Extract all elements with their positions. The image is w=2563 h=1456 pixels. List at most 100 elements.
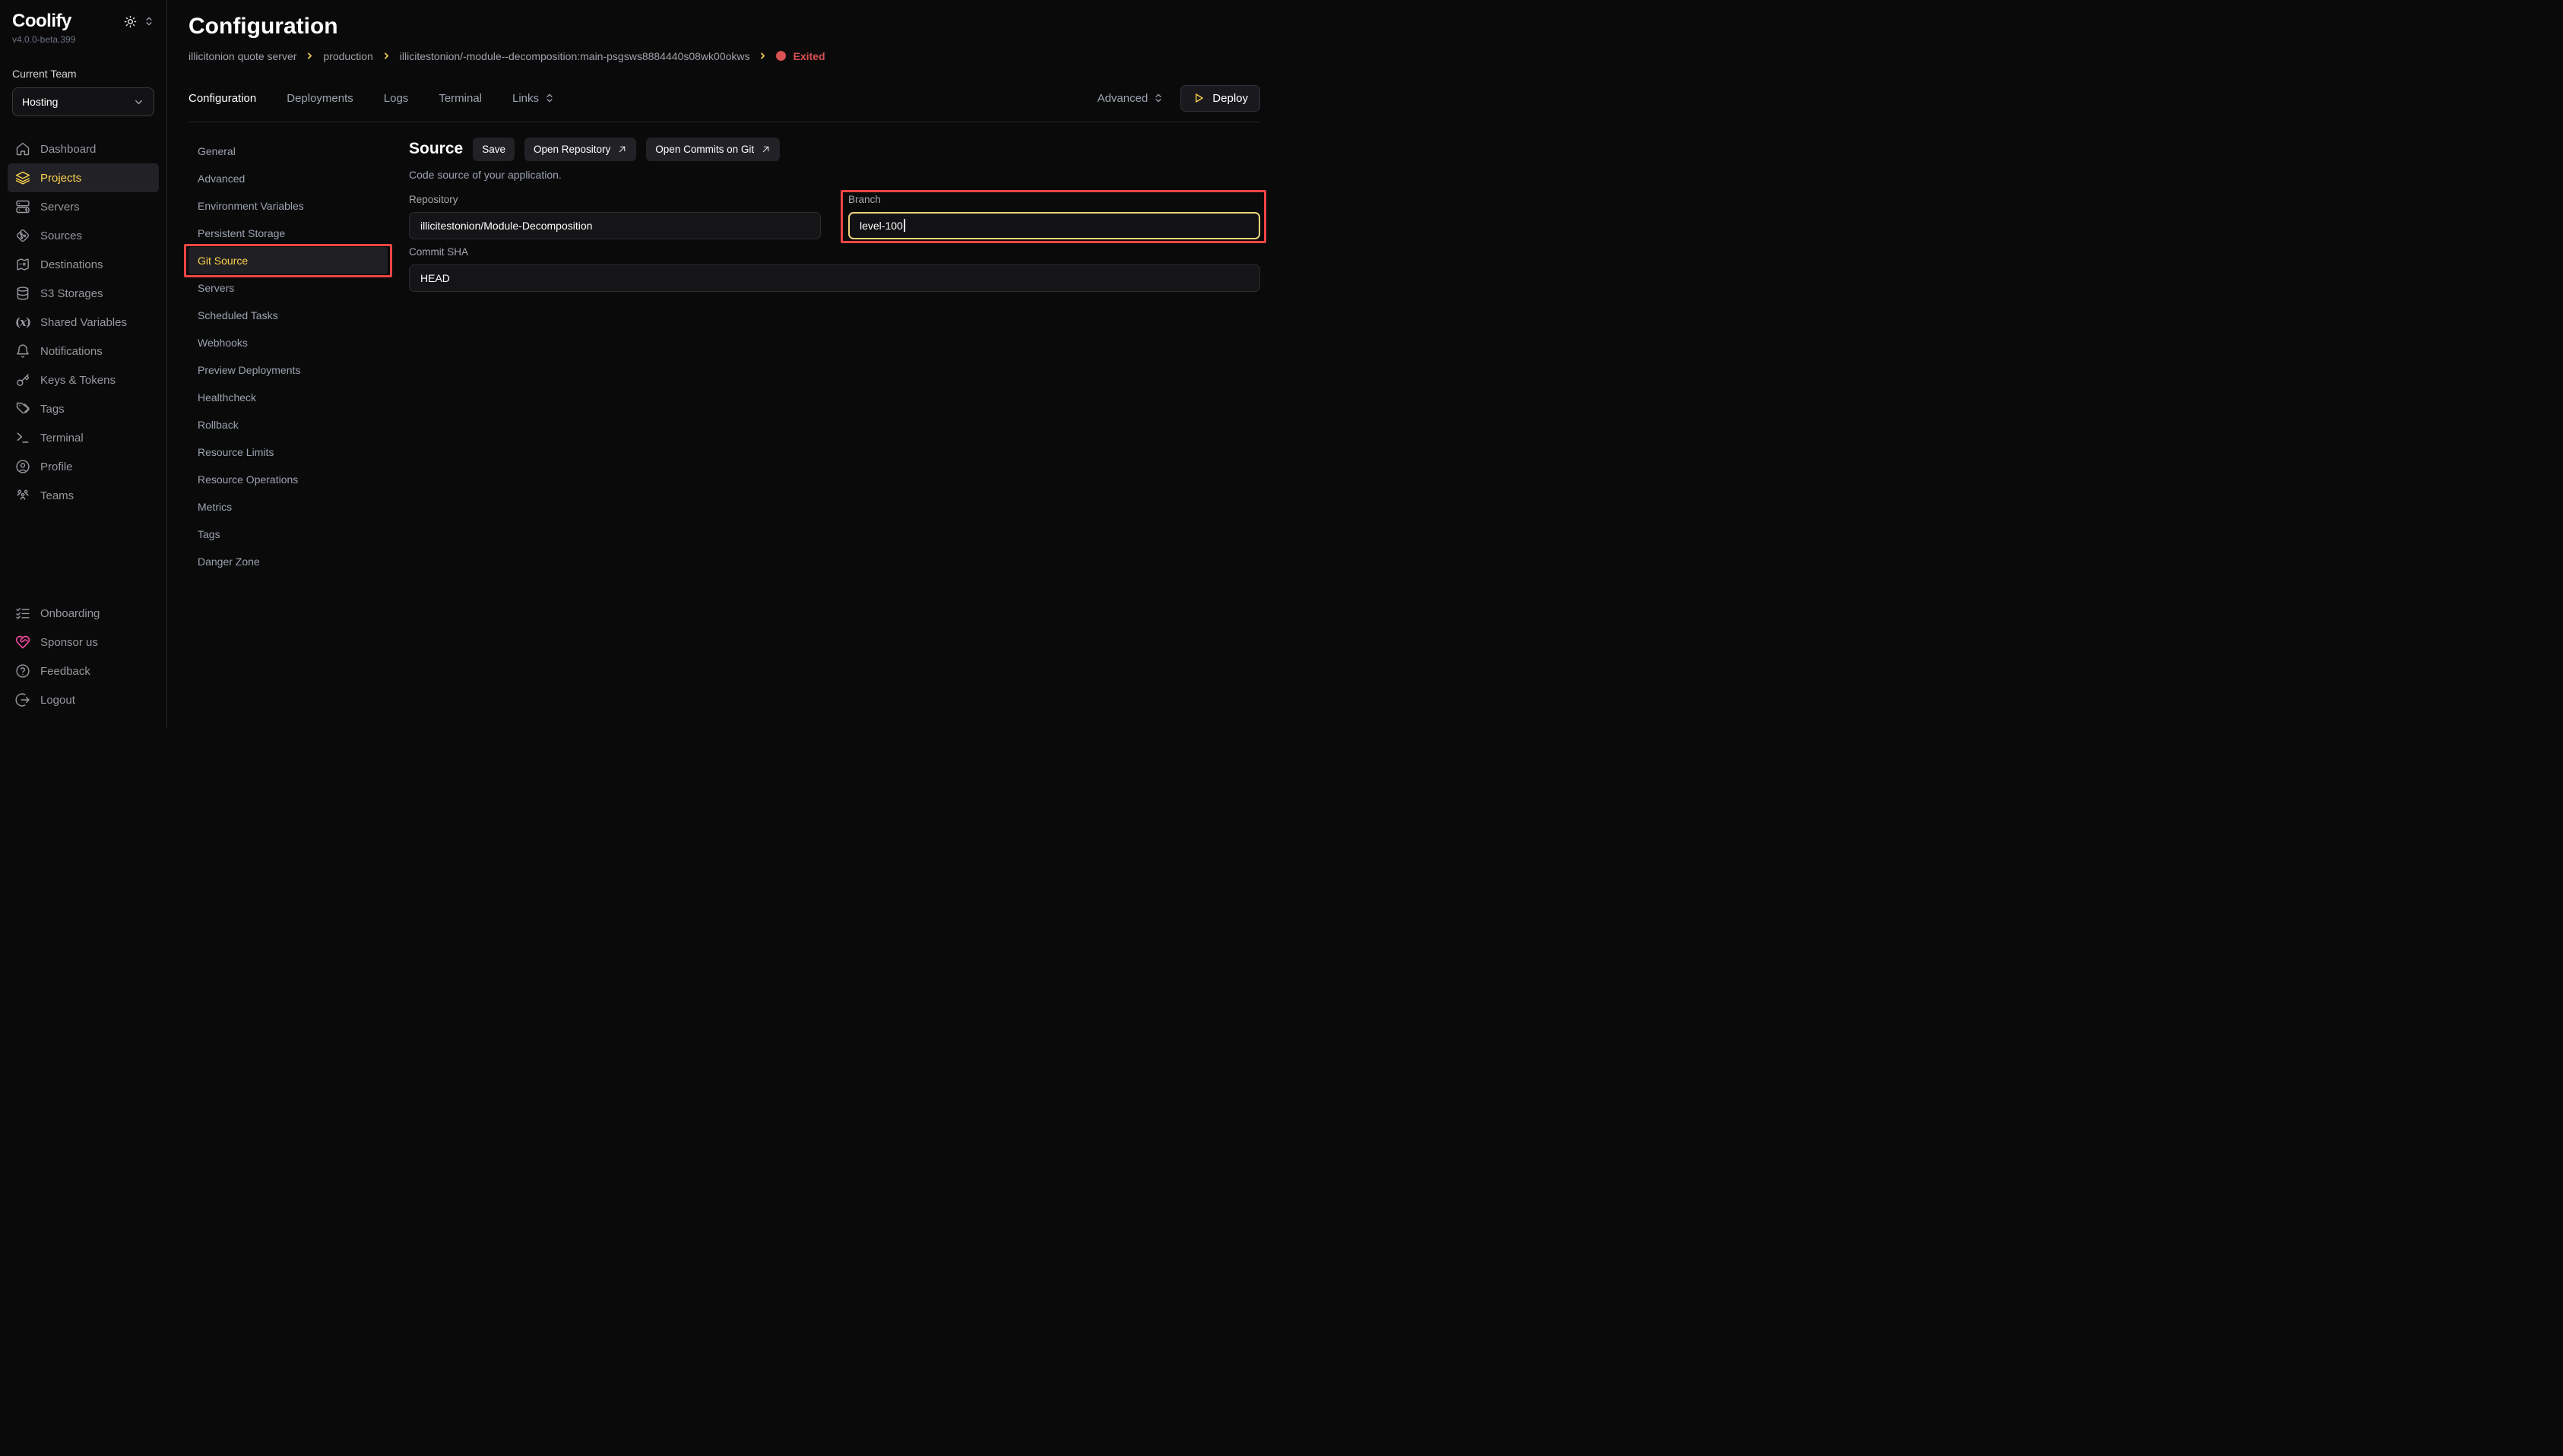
subnav-item-danger-zone[interactable]: Danger Zone [189,548,388,575]
team-select[interactable]: Hosting [12,87,154,116]
open-commits-button[interactable]: Open Commits on Git [646,138,780,161]
theme-controls [124,15,154,28]
sidebar-item-feedback[interactable]: Feedback [8,657,159,685]
sidebar-item-projects[interactable]: Projects [8,163,159,192]
users-icon [15,488,30,503]
source-form: Repository illicitestonion/Module-Decomp… [409,193,1260,292]
section-title: Source [409,140,463,158]
variable-icon: (x) [15,315,30,330]
open-repository-button[interactable]: Open Repository [524,138,636,161]
chevrons-up-down-icon [1153,93,1164,103]
list-checks-icon [15,606,30,621]
subnav-item-preview-deployments[interactable]: Preview Deployments [189,356,388,384]
current-team-label: Current Team [12,68,154,80]
app-logo[interactable]: Coolify [12,11,71,32]
app-version: v4.0.0-beta.399 [12,34,154,45]
commit-sha-field-group: Commit SHA HEAD [409,245,1260,292]
subnav-item-healthcheck[interactable]: Healthcheck [189,384,388,411]
git-source-icon [15,228,30,243]
key-icon [15,372,30,388]
theme-chevrons-up-down-icon[interactable] [144,16,154,27]
chevrons-up-down-icon [544,93,555,103]
tabs: Configuration Deployments Logs Terminal … [189,92,555,105]
arrow-up-right-icon [761,144,771,154]
configuration-body: General Advanced Environment Variables P… [189,138,1260,575]
sun-icon[interactable] [124,15,137,28]
sidebar-item-profile[interactable]: Profile [8,452,159,481]
advanced-dropdown[interactable]: Advanced [1098,92,1164,105]
subnav-item-advanced[interactable]: Advanced [189,165,388,192]
team-select-value: Hosting [22,96,58,108]
heart-handshake-icon [15,635,30,650]
subnav-item-environment-variables[interactable]: Environment Variables [189,192,388,220]
sidebar-item-onboarding[interactable]: Onboarding [8,599,159,628]
subnav-item-resource-limits[interactable]: Resource Limits [189,438,388,466]
terminal-icon [15,430,30,445]
subnav-item-tags[interactable]: Tags [189,521,388,548]
page-title: Configuration [189,14,1260,40]
sidebar-nav: Dashboard Projects Servers Sources Desti… [12,135,154,510]
sidebar-item-s3-storages[interactable]: S3 Storages [8,279,159,308]
branch-field-group: Branch level-100 [848,193,1260,239]
chevron-down-icon [133,97,144,108]
subnav-item-general[interactable]: General [189,138,388,165]
subnav-item-webhooks[interactable]: Webhooks [189,329,388,356]
branch-input[interactable]: level-100 [848,212,1260,239]
commit-sha-input[interactable]: HEAD [409,264,1260,292]
sidebar-item-servers[interactable]: Servers [8,192,159,221]
tab-bar: Configuration Deployments Logs Terminal … [189,85,1260,112]
logout-icon [15,692,30,707]
subnav-item-metrics[interactable]: Metrics [189,493,388,521]
section-description: Code source of your application. [409,169,1260,181]
user-circle-icon [15,459,30,474]
layers-icon [15,170,30,185]
play-icon [1193,92,1205,104]
tags-icon [15,401,30,416]
sidebar-item-teams[interactable]: Teams [8,481,159,510]
subnav-item-scheduled-tasks[interactable]: Scheduled Tasks [189,302,388,329]
save-button[interactable]: Save [473,138,515,161]
repository-label: Repository [409,193,821,206]
bell-icon [15,343,30,359]
sidebar-item-sponsor-us[interactable]: Sponsor us [8,628,159,657]
breadcrumb-project[interactable]: illicitonion quote server [189,50,296,62]
source-section: Source Save Open Repository Open Commits… [409,138,1260,575]
tab-deployments[interactable]: Deployments [287,92,353,105]
sidebar-item-terminal[interactable]: Terminal [8,423,159,452]
sidebar-item-tags[interactable]: Tags [8,394,159,423]
deploy-button[interactable]: Deploy [1180,85,1260,112]
sidebar-item-sources[interactable]: Sources [8,221,159,250]
breadcrumb: illicitonion quote server production ill… [189,50,1260,62]
subnav-item-persistent-storage[interactable]: Persistent Storage [189,220,388,247]
repository-input[interactable]: illicitestonion/Module-Decomposition [409,212,821,239]
main-content: Configuration illicitonion quote server … [167,0,1282,728]
chevron-right-icon [305,51,315,61]
tab-logs[interactable]: Logs [384,92,409,105]
tab-links[interactable]: Links [512,92,555,105]
subnav-item-servers[interactable]: Servers [189,274,388,302]
subnav-item-git-source[interactable]: Git Source [189,247,388,274]
sidebar-item-shared-variables[interactable]: (x) Shared Variables [8,308,159,337]
breadcrumb-environment[interactable]: production [323,50,372,62]
sidebar-header: Coolify [12,11,154,32]
help-circle-icon [15,663,30,679]
sidebar-item-notifications[interactable]: Notifications [8,337,159,366]
sidebar-footer-nav: Onboarding Sponsor us Feedback Logout [12,599,154,714]
app-root: Coolify v4.0.0-beta.399 Current Team Hos… [0,0,1282,728]
tab-terminal[interactable]: Terminal [439,92,482,105]
sidebar-item-logout[interactable]: Logout [8,685,159,714]
config-subnav: General Advanced Environment Variables P… [189,138,388,575]
subnav-item-resource-operations[interactable]: Resource Operations [189,466,388,493]
tab-actions: Advanced Deploy [1098,85,1260,112]
server-icon [15,199,30,214]
arrow-up-right-icon [617,144,627,154]
subnav-item-rollback[interactable]: Rollback [189,411,388,438]
breadcrumb-application[interactable]: illicitestonion/-module--decomposition:m… [400,50,750,62]
sidebar-item-destinations[interactable]: Destinations [8,250,159,279]
commit-sha-label: Commit SHA [409,245,1260,258]
chevron-right-icon [382,51,391,61]
sidebar-item-dashboard[interactable]: Dashboard [8,135,159,163]
home-icon [15,141,30,157]
sidebar-item-keys-tokens[interactable]: Keys & Tokens [8,366,159,394]
tab-configuration[interactable]: Configuration [189,92,256,105]
